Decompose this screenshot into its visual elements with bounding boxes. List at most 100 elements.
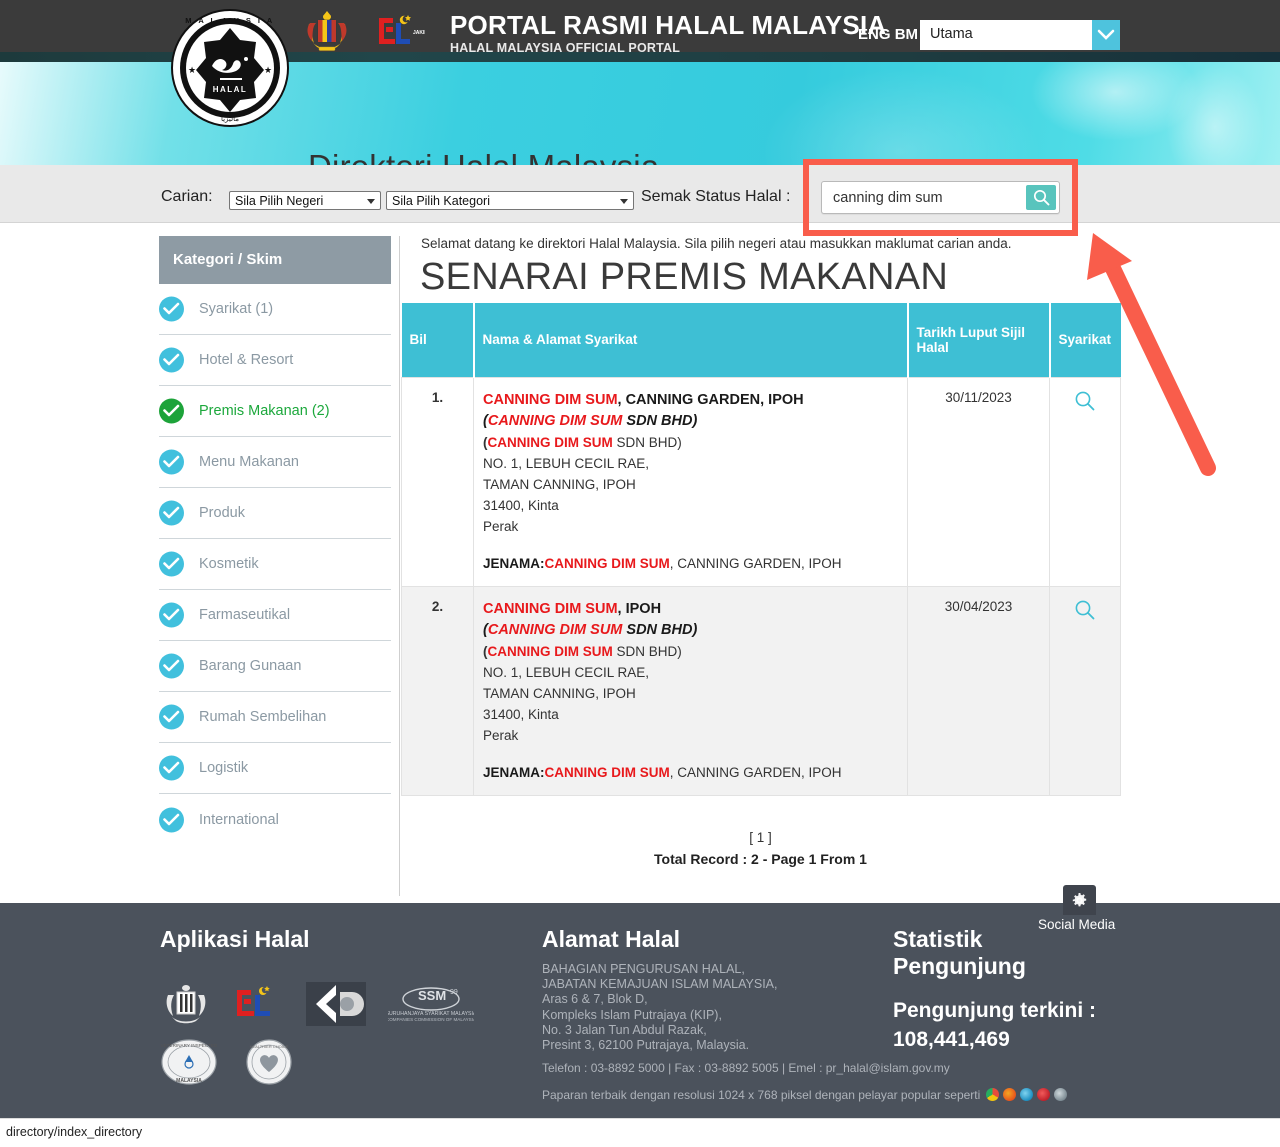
social-media-toggle[interactable]	[1063, 885, 1096, 915]
jakim-footer-logo-icon	[237, 986, 270, 1016]
check-circle-icon	[159, 755, 184, 781]
sidebar-item-barang-gunaan[interactable]: Barang Gunaan	[159, 641, 391, 692]
brand-rest: , CANNING GARDEN, IPOH	[669, 555, 842, 571]
sidebar-item-premis-makanan[interactable]: Premis Makanan (2)	[159, 386, 391, 437]
malaysia-coat-of-arms-icon	[307, 11, 347, 51]
sidebar-item-label: Kosmetik	[199, 556, 259, 572]
company-name-address-cell: CANNING DIM SUM, IPOH (CANNING DIM SUM S…	[473, 585, 908, 796]
company-title-highlight: CANNING DIM SUM	[483, 391, 618, 408]
check-circle-icon	[159, 704, 184, 730]
footer-address-heading: Alamat Halal	[542, 926, 681, 952]
address-line: 31400, Kinta	[483, 497, 559, 513]
sidebar-item-farmaseutikal[interactable]: Farmaseutikal	[159, 590, 391, 641]
address-line: TAMAN CANNING, IPOH	[483, 685, 636, 701]
company-legal-highlight: CANNING DIM SUM	[487, 621, 623, 638]
footer-stats-heading: Statistik Pengunjung	[893, 926, 1026, 979]
page-title: SENARAI PREMIS MAKANAN	[420, 256, 949, 298]
company-legal-rest: SDN BHD)	[622, 412, 698, 429]
company-legal2-highlight: CANNING DIM SUM	[487, 643, 613, 659]
visitor-count: 108,441,469	[893, 1028, 1010, 1051]
magnifier-icon[interactable]	[1074, 599, 1096, 624]
check-circle-icon	[159, 807, 184, 832]
check-circle-icon	[159, 602, 184, 628]
company-title: CANNING DIM SUM, CANNING GARDEN, IPOH	[483, 390, 898, 411]
category-sidebar: Kategori / Skim Syarikat (1) Hotel & Res…	[159, 236, 391, 845]
state-select[interactable]: Sila Pilih Negeri	[229, 191, 381, 210]
address-line: Perak	[483, 727, 519, 743]
brand-line: JENAMA:CANNING DIM SUM, CANNING GARDEN, …	[483, 553, 898, 574]
company-legal2-highlight: CANNING DIM SUM	[487, 434, 613, 450]
row-action-cell	[1049, 585, 1121, 796]
sidebar-item-kosmetik[interactable]: Kosmetik	[159, 539, 391, 590]
lang-eng[interactable]: ENG	[858, 26, 891, 43]
expiry-date: 30/11/2023	[907, 376, 1050, 587]
footer-partner-logos: SSM 99 SURUHANJAYA SYARIKAT MALAYSIA COM…	[160, 980, 474, 1096]
footer-apps-heading: Aplikasi Halal	[160, 926, 310, 952]
jakim-logo-icon: JAKIM	[379, 15, 425, 44]
sidebar-item-label: International	[199, 811, 279, 828]
column-header-nama-alamat: Nama & Alamat Syarikat	[472, 303, 908, 377]
sidebar-item-label: Premis Makanan (2)	[199, 403, 330, 419]
company-title-rest: , CANNING GARDEN, IPOH	[617, 391, 804, 408]
address-line: TAMAN CANNING, IPOH	[483, 476, 636, 492]
annotation-arrow	[1087, 233, 1216, 476]
expiry-date: 30/04/2023	[907, 585, 1050, 796]
internet-explorer-icon	[1020, 1088, 1033, 1101]
search-icon	[1033, 189, 1050, 206]
check-circle-icon	[159, 347, 184, 373]
safari-icon	[1054, 1088, 1067, 1101]
nav-dropdown-value: Utama	[930, 26, 973, 42]
check-circle-icon	[159, 500, 184, 526]
language-switcher[interactable]: ENG BM	[858, 26, 918, 43]
company-name-address-cell: CANNING DIM SUM, CANNING GARDEN, IPOH (C…	[473, 376, 908, 587]
pagination: [ 1 ] Total Record : 2 - Page 1 From 1	[401, 830, 1120, 867]
sidebar-item-international[interactable]: International	[159, 794, 391, 845]
svg-text:★: ★	[264, 65, 272, 75]
ssm-logo-icon: SSM 99 SURUHANJAYA SYARIKAT MALAYSIA COM…	[388, 987, 474, 1022]
sidebar-item-logistik[interactable]: Logistik	[159, 743, 391, 794]
semak-status-label: Semak Status Halal :	[641, 188, 791, 205]
svg-text:99: 99	[450, 989, 458, 996]
check-circle-icon	[159, 398, 184, 424]
nav-dropdown[interactable]: Utama	[920, 20, 1120, 50]
results-table: Bil Nama & Alamat Syarikat Tarikh Luput …	[401, 303, 1121, 796]
address-line: Perak	[483, 518, 519, 534]
search-input[interactable]: canning dim sum	[821, 181, 1060, 214]
social-media-label: Social Media	[1038, 917, 1116, 932]
company-legal-italic: (CANNING DIM SUM SDN BHD)	[483, 620, 898, 641]
search-button[interactable]	[1026, 185, 1056, 210]
mygov-logo-icon	[306, 982, 366, 1026]
lang-bm[interactable]: BM	[895, 26, 918, 43]
check-circle-icon	[159, 551, 184, 577]
browser-icons	[986, 1088, 1067, 1101]
row-number: 2.	[401, 585, 474, 796]
check-circle-icon	[159, 449, 184, 475]
sidebar-item-menu-makanan[interactable]: Menu Makanan	[159, 437, 391, 488]
sidebar-item-label: Hotel & Resort	[199, 352, 294, 368]
svg-text:VETERINARY INSPECTED: VETERINARY INSPECTED	[161, 1043, 218, 1048]
sidebar-item-produk[interactable]: Produk	[159, 488, 391, 539]
page-number[interactable]: [ 1 ]	[401, 830, 1120, 845]
row-number: 1.	[401, 376, 474, 587]
address-line: NO. 1, LEBUH CECIL RAE,	[483, 664, 650, 680]
svg-text:COMPANIES COMMISSION OF MALAYS: COMPANIES COMMISSION OF MALAYSIA	[388, 1017, 474, 1022]
visitor-label: Pengunjung terkini :	[893, 999, 1096, 1022]
sidebar-item-syarikat[interactable]: Syarikat (1)	[159, 284, 391, 335]
chevron-down-icon[interactable]	[1092, 20, 1120, 50]
footer-resolution-note: Paparan terbaik dengan resolusi 1024 x 7…	[542, 1088, 981, 1102]
sidebar-item-hotel-resort[interactable]: Hotel & Resort	[159, 335, 391, 386]
sidebar-item-label: Syarikat (1)	[199, 301, 274, 317]
brand-highlight: CANNING DIM SUM	[544, 764, 670, 780]
svg-text:SSM: SSM	[418, 988, 446, 1003]
sidebar-item-rumah-sembelihan[interactable]: Rumah Sembelihan	[159, 692, 391, 743]
check-circle-icon	[159, 653, 184, 679]
content-divider	[399, 236, 400, 896]
firefox-icon	[1003, 1088, 1016, 1101]
brand-rest: , CANNING GARDEN, IPOH	[669, 764, 842, 780]
sidebar-item-label: Menu Makanan	[199, 454, 299, 470]
category-select[interactable]: Sila Pilih Kategori	[386, 191, 634, 210]
brand-label: JENAMA:	[483, 555, 545, 571]
svg-text:M A L A Y S I A: M A L A Y S I A	[185, 16, 274, 25]
chrome-icon	[986, 1088, 999, 1101]
